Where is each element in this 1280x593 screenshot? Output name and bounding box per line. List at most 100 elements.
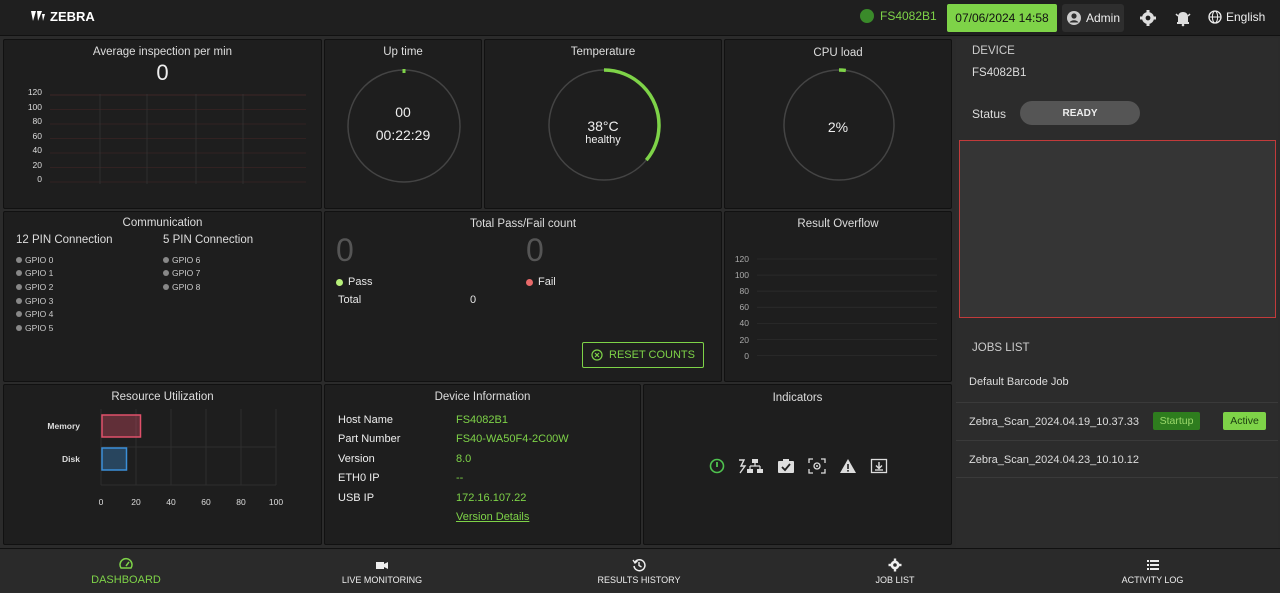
nav-live-monitoring[interactable]: LIVE MONITORING (322, 549, 442, 593)
job-name: Zebra_Scan_2024.04.19_10.37.33 (969, 416, 1140, 428)
version-details-link[interactable]: Version Details (456, 511, 529, 523)
camera-focus-icon[interactable] (808, 458, 826, 474)
gpio-label: GPIO 5 (25, 322, 54, 333)
panel-title: Total Pass/Fail count (469, 218, 577, 230)
nav-label: ACTIVITY LOG (1121, 574, 1184, 585)
gpio-label: GPIO 4 (25, 309, 54, 320)
info-value: -- (456, 472, 464, 485)
zebra-logo-icon (31, 11, 45, 21)
info-value: FS40-WA50F4-2C00W (456, 433, 569, 446)
uptime-panel: Up time 00 00:22:29 (324, 39, 482, 209)
reset-counts-button[interactable]: RESET COUNTS (582, 342, 704, 368)
gpio-label: GPIO 8 (172, 281, 201, 292)
y-tick-label: 0 (744, 350, 749, 361)
gpio-label: GPIO 2 (25, 281, 54, 292)
fail-label: Fail (538, 276, 556, 288)
pass-dot (336, 278, 343, 286)
uptime-gauge (345, 67, 463, 185)
zebra-logo[interactable]: ZEBRA (30, 8, 95, 24)
x-tick-label: 100 (269, 497, 283, 507)
y-tick-label: 100 (27, 101, 42, 112)
gear-icon[interactable] (1139, 9, 1157, 27)
fail-dot (526, 278, 533, 286)
connected-device: FS4082B1 (860, 9, 937, 23)
panel-title: Device Information (434, 391, 531, 403)
panel-title: Temperature (570, 46, 636, 58)
info-key: USB IP (338, 491, 375, 504)
nav-label: DASHBOARD (91, 573, 161, 586)
datetime-display: 07/06/2024 14:58 (947, 4, 1057, 32)
gpio-status-dot (16, 256, 22, 263)
gpio-status-dot (16, 324, 22, 331)
gpio-status-dot (163, 283, 169, 290)
device-info-panel: Device Information Host Name FS4082B1 Part… (324, 384, 641, 545)
reset-icon (591, 349, 603, 361)
y-tick-label: 60 (32, 130, 42, 141)
default-job-item[interactable]: Default Barcode Job (969, 376, 1069, 388)
gpio-status-dot (16, 311, 22, 318)
alarm-bell-icon[interactable] (1174, 9, 1192, 27)
language-selector[interactable]: English (1208, 10, 1265, 24)
job-row[interactable]: Zebra_Scan_2024.04.19_10.37.33 Startup A… (956, 402, 1278, 440)
info-key: ETH0 IP (338, 472, 380, 485)
download-icon[interactable] (870, 458, 888, 474)
temperature-state: healthy (585, 134, 621, 146)
power-status-icon[interactable] (709, 458, 725, 474)
nav-dashboard[interactable]: DASHBOARD (76, 549, 176, 593)
jobs-list-label: JOBS LIST (972, 342, 1030, 354)
pass-count: 0 (336, 232, 354, 268)
gpio-status-dot (16, 270, 22, 277)
panel-title: CPU load (813, 47, 863, 59)
x-tick-label: 0 (99, 497, 104, 507)
nav-results-history[interactable]: RESULTS HISTORY (584, 549, 694, 593)
active-badge: Active (1223, 412, 1266, 430)
network-icon[interactable] (738, 458, 764, 474)
device-sidebar: DEVICE FS4082B1 Status READY JOBS LIST D… (956, 38, 1278, 548)
y-tick-label: 20 (739, 334, 749, 345)
12pin-list: GPIO 0 GPIO 1 GPIO 2 GPIO 3 GPIO 4 GPIO 5 (16, 253, 53, 335)
resource-label: Memory (47, 421, 80, 431)
gpio-label: GPIO 3 (25, 295, 54, 306)
job-check-icon[interactable] (777, 458, 795, 474)
startup-badge: Startup (1153, 412, 1200, 430)
user-menu-button[interactable]: Admin (1062, 4, 1124, 32)
resource-chart: 0 20 40 60 80 100 Memory Disk (47, 409, 283, 507)
y-tick-label: 0 (37, 174, 42, 184)
resource-bar-disk (101, 447, 128, 471)
avg-inspection-grid (50, 94, 306, 184)
live-image-preview[interactable] (959, 140, 1276, 318)
y-tick-label: 120 (27, 87, 42, 97)
avg-inspection-panel: Average inspection per min 0 120 100 80 60 4… (3, 39, 322, 209)
top-bar: ZEBRA FS4082B1 07/06/2024 14:58 Admin En… (0, 0, 1280, 36)
gpio-item: GPIO 7 (163, 267, 200, 281)
panel-title: Result Overflow (797, 218, 879, 230)
panel-title: Communication (122, 217, 203, 229)
uptime-time: 00:22:29 (375, 127, 431, 143)
y-tick-label: 60 (739, 302, 749, 313)
12pin-title: 12 PIN Connection (16, 234, 113, 246)
gpio-item: GPIO 0 (16, 253, 53, 267)
logo-text: ZEBRA (50, 8, 95, 24)
globe-icon (1208, 10, 1222, 24)
total-value: 0 (470, 294, 477, 306)
avg-inspection-value: 0 (156, 60, 169, 85)
info-value: 8.0 (456, 452, 472, 465)
nav-activity-log[interactable]: ACTIVITY LOG (1105, 549, 1200, 593)
nav-job-list[interactable]: JOB LIST (855, 549, 935, 593)
passfail-panel: Total Pass/Fail count 0 0 Pass Fail Tota… (324, 211, 722, 382)
temperature-panel: Temperature 38°C healthy (484, 39, 722, 209)
gpio-item: GPIO 8 (163, 280, 200, 294)
y-tick-label: 20 (32, 159, 42, 170)
5pin-list: GPIO 6 GPIO 7 GPIO 8 (163, 253, 200, 294)
x-tick-label: 20 (131, 497, 141, 507)
nav-label: JOB LIST (875, 574, 915, 585)
job-row[interactable]: Zebra_Scan_2024.04.23_10.10.12 (956, 440, 1278, 478)
bottom-nav: DASHBOARD LIVE MONITORING RESULTS HISTOR… (0, 548, 1280, 592)
nav-label: LIVE MONITORING (341, 574, 423, 585)
warning-icon[interactable] (839, 458, 857, 474)
video-camera-icon (376, 561, 388, 569)
gpio-label: GPIO 7 (172, 268, 201, 279)
total-label: Total (338, 294, 362, 306)
user-name: Admin (1086, 11, 1121, 25)
result-overflow-panel: Result Overflow 120 100 80 60 40 20 0 (724, 211, 952, 382)
